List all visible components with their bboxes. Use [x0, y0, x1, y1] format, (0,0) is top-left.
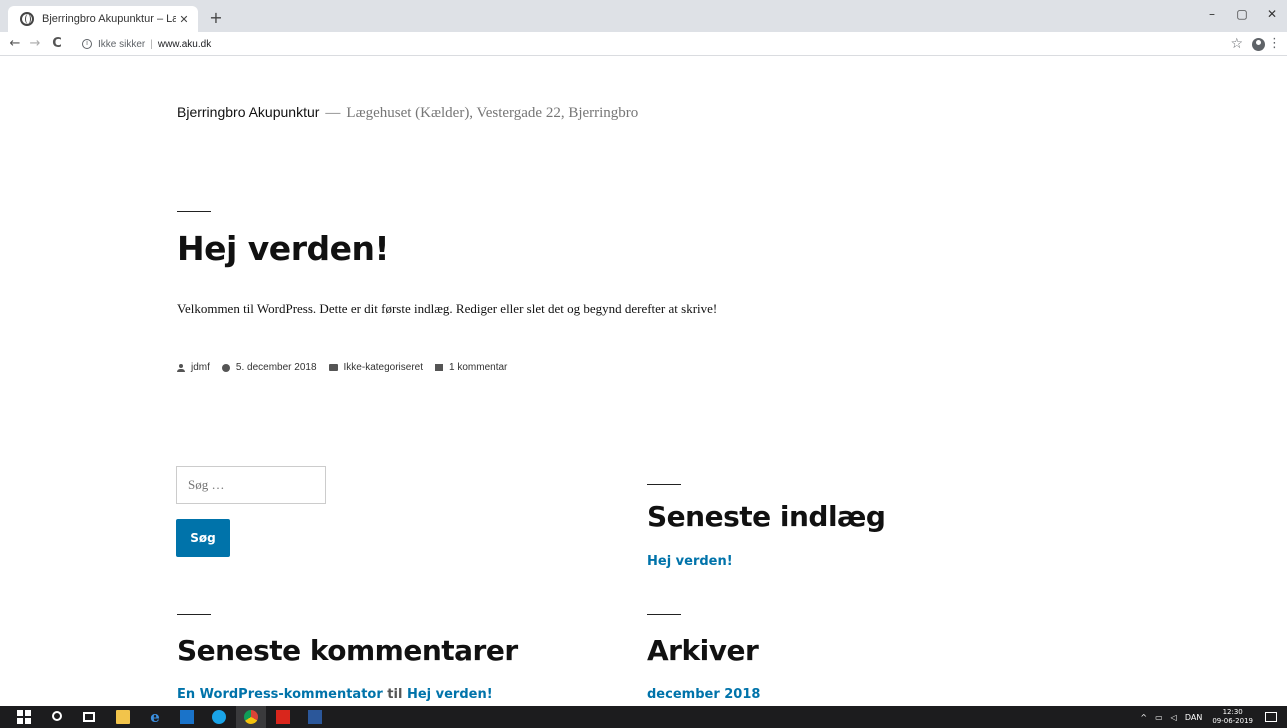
volume-icon[interactable]: ◁ [1171, 713, 1177, 722]
new-tab-button[interactable]: + [206, 8, 226, 28]
windows-icon[interactable] [17, 710, 31, 724]
archive-link[interactable]: december 2018 [647, 687, 760, 702]
profile-icon[interactable] [1252, 38, 1265, 51]
back-button[interactable]: ← [6, 34, 24, 54]
recent-comment-item: En WordPress-kommentator til Hej verden! [177, 687, 493, 702]
comment-icon [435, 364, 444, 371]
meta-author[interactable]: jdmf [177, 362, 210, 373]
reload-button[interactable]: C [48, 34, 66, 54]
author-link[interactable]: jdmf [191, 362, 210, 373]
recent-comments-title: Seneste kommentarer [177, 634, 518, 667]
tab-strip: Bjerringbro Akupunktur – Lægeh… ✕ + – ▢ … [0, 0, 1287, 32]
menu-icon[interactable]: ⋮ [1268, 35, 1281, 53]
info-icon[interactable]: i [82, 39, 92, 49]
browser-tab[interactable]: Bjerringbro Akupunktur – Lægeh… ✕ [8, 6, 198, 32]
search-button[interactable]: Søg [176, 519, 230, 557]
globe-icon [20, 12, 34, 26]
language-indicator[interactable]: DAN [1185, 713, 1202, 722]
window-controls: – ▢ ✕ [1197, 4, 1287, 24]
tab-close-icon[interactable]: ✕ [176, 13, 192, 26]
tray-chevron-icon[interactable]: ^ [1140, 713, 1147, 722]
folder-icon [328, 364, 338, 371]
acrobat-icon[interactable] [276, 710, 290, 724]
network-icon[interactable]: ▭ [1155, 713, 1163, 722]
skype-icon[interactable] [212, 710, 226, 724]
system-tray: ^ ▭ ◁ DAN 12:30 09-06-2019 [1132, 706, 1277, 728]
date-link[interactable]: 5. december 2018 [236, 362, 317, 373]
edge-icon[interactable]: e [148, 710, 162, 725]
comment-post-link[interactable]: Hej verden! [407, 687, 493, 702]
clock-icon [221, 363, 230, 372]
comments-link[interactable]: 1 kommentar [449, 362, 507, 373]
post-divider [177, 211, 211, 212]
site-description: Lægehuset (Kælder), Vestergade 22, Bjerr… [346, 105, 639, 121]
search-input[interactable] [176, 466, 326, 504]
recent-posts-title: Seneste indlæg [647, 500, 886, 533]
star-icon[interactable]: ☆ [1230, 35, 1243, 53]
notification-icon[interactable] [1265, 712, 1277, 722]
comment-connector: til [387, 687, 403, 702]
archives-title: Arkiver [647, 634, 759, 667]
clock-time: 12:30 [1222, 708, 1243, 716]
word-icon[interactable] [308, 710, 322, 724]
file-explorer-icon[interactable] [116, 710, 130, 724]
address-bar[interactable]: i Ikke sikker | www.aku.dk [82, 34, 211, 54]
chrome-icon[interactable] [244, 710, 258, 724]
meta-category[interactable]: Ikke-kategoriseret [328, 362, 423, 373]
clock-date: 09-06-2019 [1212, 717, 1253, 725]
tab-title: Bjerringbro Akupunktur – Lægeh… [42, 13, 176, 25]
clock[interactable]: 12:30 09-06-2019 [1212, 708, 1253, 726]
site-header: Bjerringbro Akupunktur — Lægehuset (Kæld… [177, 104, 638, 122]
outlook-icon[interactable] [180, 710, 194, 724]
close-window-button[interactable]: ✕ [1257, 4, 1287, 24]
meta-date[interactable]: 5. december 2018 [221, 362, 317, 373]
recent-post-link[interactable]: Hej verden! [647, 554, 733, 569]
url-text[interactable]: www.aku.dk [158, 39, 211, 50]
person-icon [177, 363, 185, 372]
omnibox-separator: | [150, 38, 153, 50]
forward-button[interactable]: → [26, 34, 44, 54]
archives-divider [647, 614, 681, 615]
recent-posts-divider [647, 484, 681, 485]
post-meta: jdmf 5. december 2018 Ikke-kategoriseret… [177, 362, 519, 373]
site-separator: — [325, 105, 341, 121]
recent-comments-divider [177, 614, 211, 615]
category-link[interactable]: Ikke-kategoriseret [344, 362, 423, 373]
post-title[interactable]: Hej verden! [177, 229, 390, 268]
site-title[interactable]: Bjerringbro Akupunktur [177, 104, 319, 120]
minimize-button[interactable]: – [1197, 4, 1227, 24]
security-label: Ikke sikker [98, 38, 146, 50]
comment-author-link[interactable]: En WordPress-kommentator [177, 687, 383, 702]
meta-comments[interactable]: 1 kommentar [435, 362, 507, 373]
maximize-button[interactable]: ▢ [1227, 4, 1257, 24]
task-view-icon[interactable] [83, 712, 95, 722]
post-body: Velkommen til WordPress. Dette er dit fø… [177, 301, 718, 316]
browser-toolbar: ← → C i Ikke sikker | www.aku.dk ☆ ⋮ [0, 32, 1287, 56]
search-icon[interactable] [52, 711, 62, 721]
